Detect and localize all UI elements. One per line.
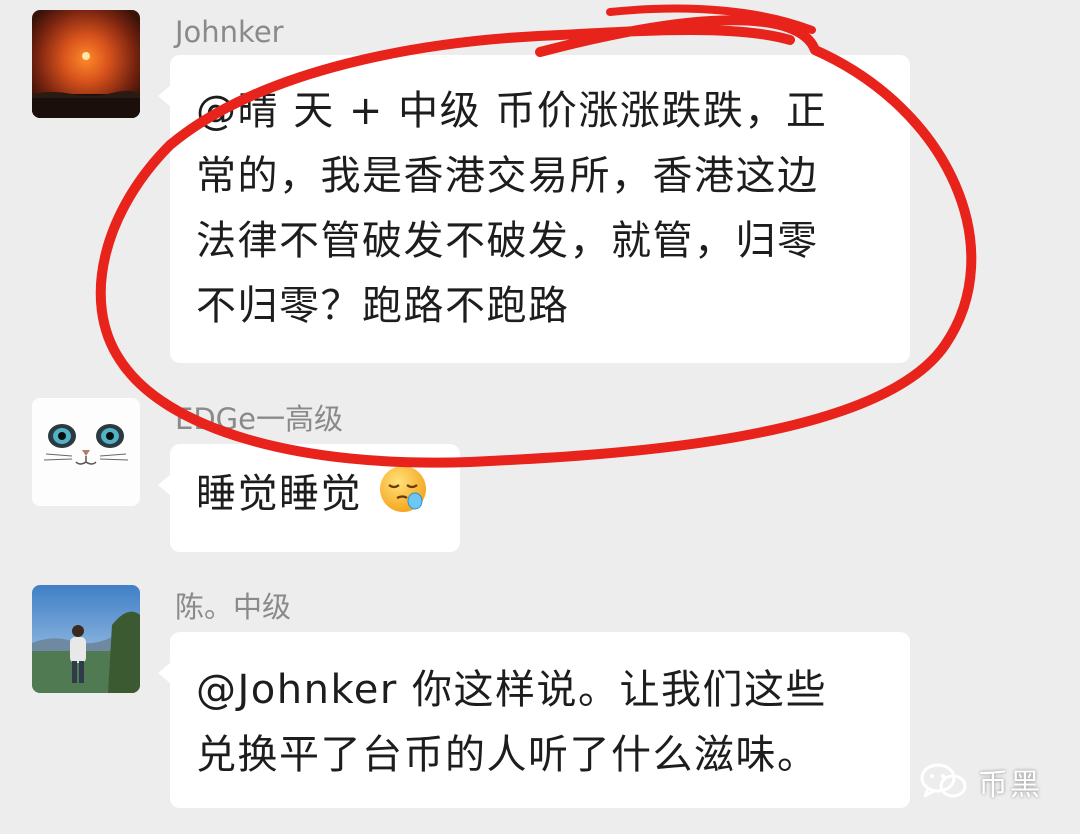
avatar-chen[interactable] bbox=[32, 585, 140, 693]
cat-face-avatar-icon bbox=[32, 398, 140, 506]
person-landscape-avatar-icon bbox=[32, 585, 140, 693]
message-line: 常的，我是香港交易所，香港这边 bbox=[196, 153, 819, 199]
message-line: 睡觉睡觉 bbox=[196, 471, 362, 517]
sender-name: 陈。中级 bbox=[175, 590, 292, 624]
message-line: 不归零？跑路不跑路 bbox=[196, 283, 570, 329]
avatar-edge[interactable] bbox=[32, 398, 140, 506]
message-line: @Johnker 你这样说。让我们这些 bbox=[196, 667, 827, 713]
message-bubble[interactable]: 睡觉睡觉 bbox=[158, 444, 460, 552]
message-line: @晴 天 + 中级 币价涨涨跌跌，正 bbox=[196, 88, 828, 134]
watermark: 币黑 bbox=[920, 760, 1042, 804]
sender-name: EDGe一高级 bbox=[175, 402, 343, 436]
avatar-johnker[interactable] bbox=[32, 10, 140, 118]
wechat-logo-icon bbox=[920, 763, 967, 798]
message-bubble[interactable]: @晴 天 + 中级 币价涨涨跌跌，正 常的，我是香港交易所，香港这边 法律不管破… bbox=[158, 55, 910, 363]
sunset-avatar-icon bbox=[32, 10, 140, 118]
message-line: 法律不管破发不破发，就管，归零 bbox=[196, 218, 819, 264]
message-bubble[interactable]: @Johnker 你这样说。让我们这些 兑换平了台币的人听了什么滋味。 bbox=[158, 632, 910, 808]
sleeping-face-emoji-icon bbox=[379, 466, 426, 512]
sender-name: Johnker bbox=[175, 15, 284, 49]
message-line: 兑换平了台币的人听了什么滋味。 bbox=[196, 732, 819, 778]
watermark-text: 币黑 bbox=[978, 768, 1042, 803]
